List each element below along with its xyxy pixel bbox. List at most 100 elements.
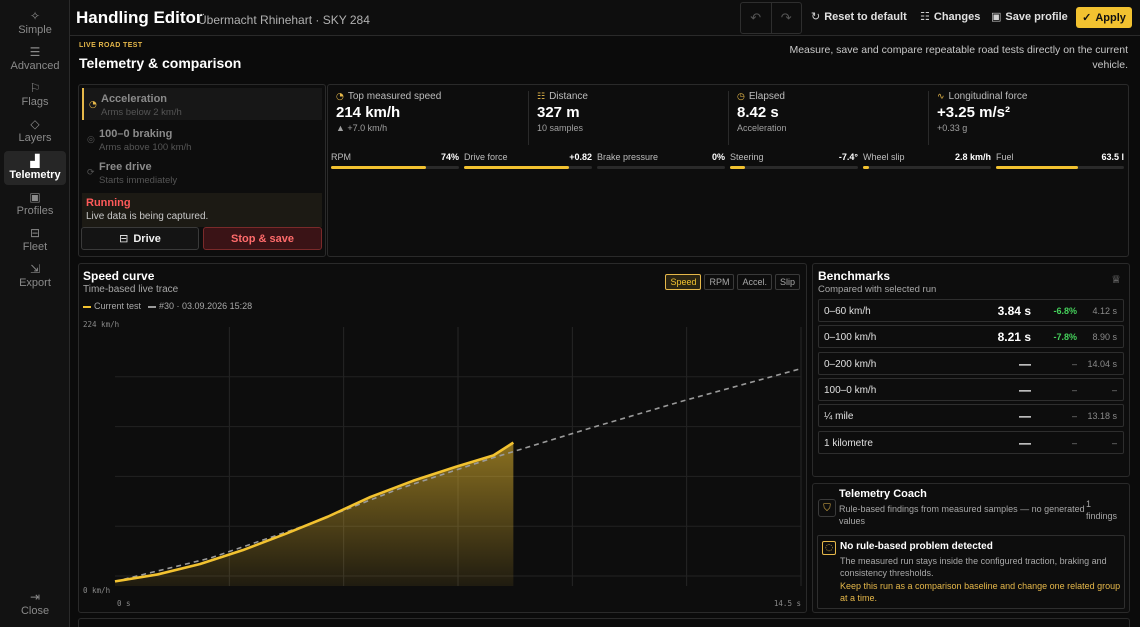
status-box: Running Live data is being captured. — [82, 193, 322, 227]
speed-chart: 224 km/h 0 km/h 0 s 14.5 s — [83, 320, 802, 608]
sidebar-item-export[interactable]: ⇲ Export — [4, 259, 66, 293]
sidebar-item-layers[interactable]: ◇ Layers — [4, 114, 66, 148]
mode-subtitle: Arms below 2 km/h — [101, 107, 182, 118]
changes-button[interactable]: ☷ Changes — [920, 10, 980, 23]
coach-subtitle: Rule-based findings from measured sample… — [839, 504, 1085, 526]
benchmark-name: ¼ mile — [824, 411, 854, 423]
curve-tabs: Speed RPM Accel. Slip — [665, 274, 800, 290]
app-title: Handling Editor — [76, 8, 203, 27]
stop-save-button[interactable]: Stop & save — [203, 227, 322, 250]
metrics-panel: ◔ Top measured speed 214 km/h ▲ +7.0 km/h ☷ D… — [327, 84, 1129, 257]
sidebar-item-simple[interactable]: ✧ Simple — [4, 6, 66, 40]
mode-free-drive[interactable]: ⟳ Free drive Starts immediately — [82, 156, 322, 188]
mode-braking[interactable]: ◎ 100–0 braking Arms above 100 km/h — [82, 123, 322, 155]
benchmark-reference: – — [1111, 384, 1117, 395]
legend-current: Current test — [83, 301, 141, 311]
wave-icon: ∿ — [937, 91, 945, 102]
reset-button[interactable]: ↻ Reset to default — [811, 10, 907, 23]
benchmarks-panel: Benchmarks Compared with selected run ♕ … — [812, 263, 1130, 477]
speedometer-icon: ◔ — [336, 91, 344, 102]
reset-label: Reset to default — [824, 10, 907, 23]
gauge: Wheel slip 2.8 km/h — [863, 152, 991, 172]
redo-button[interactable]: ↷ — [770, 3, 802, 33]
section-description: Measure, save and compare repeatable roa… — [789, 44, 1128, 71]
exit-icon: ⇥ — [29, 590, 41, 604]
gauge-label: RPM — [331, 152, 351, 162]
tab-rpm[interactable]: RPM — [704, 274, 735, 290]
undo-button[interactable]: ↶ — [741, 3, 771, 33]
gauge: Drive force +0.82 — [464, 152, 592, 172]
undo-redo-group: ↶ ↷ — [740, 2, 802, 34]
sidebar-item-profiles[interactable]: ▣ Profiles — [4, 187, 66, 221]
finding-text: The measured run stays inside the config… — [840, 556, 1107, 578]
curve-subtitle: Time-based live trace — [83, 284, 179, 295]
gauge-value: 63.5 l — [1101, 152, 1124, 162]
trophy-icon: ♕ — [1111, 273, 1121, 286]
metric-label: Longitudinal force — [948, 91, 1028, 102]
metric-sub: +0.33 g — [937, 123, 968, 133]
sidebar-item-fleet[interactable]: ⊟ Fleet — [4, 223, 66, 257]
sidebar-item-label: Flags — [21, 96, 49, 108]
sidebar-item-flags[interactable]: ⚐ Flags — [4, 78, 66, 112]
gauge-label: Wheel slip — [863, 152, 905, 162]
metric-sub: 10 samples — [537, 123, 584, 133]
sidebar: ✧ Simple ☰ Advanced ⚐ Flags ◇ Layers ▟ Telemetry ▣… — [0, 0, 70, 627]
speedometer-icon: ◔ — [89, 100, 97, 110]
benchmark-row: 0–100 km/h 8.21 s -7.8% 8.90 s — [818, 325, 1124, 349]
save-icon: ▣ — [29, 190, 41, 204]
telemetry-coach-panel: ⛉ Telemetry Coach Rule-based findings fr… — [812, 483, 1130, 613]
benchmark-delta: -6.8% — [1053, 306, 1077, 316]
sliders-icon: ☰ — [29, 45, 41, 59]
benchmark-delta: – — [1071, 358, 1077, 369]
sidebar-item-telemetry[interactable]: ▟ Telemetry — [4, 151, 66, 185]
benchmark-name: 100–0 km/h — [824, 384, 877, 396]
gauge-track — [331, 166, 459, 169]
benchmark-value: — — [1019, 435, 1031, 450]
metric-sub: Acceleration — [737, 123, 787, 133]
clock-icon: ◷ — [737, 91, 745, 102]
benchmark-reference: 4.12 s — [1092, 306, 1117, 316]
apply-button[interactable]: ✓ Apply — [1076, 7, 1132, 28]
apply-label: Apply — [1095, 11, 1126, 24]
benchmark-row: 100–0 km/h — – – — [818, 377, 1124, 401]
benchmark-delta: -7.8% — [1053, 332, 1077, 343]
gauge-fill — [331, 166, 426, 169]
current-test-area — [115, 442, 514, 586]
gauge-value: -7.4° — [838, 152, 858, 162]
sidebar-item-advanced[interactable]: ☰ Advanced — [4, 42, 66, 76]
save-icon: ▣ — [991, 10, 1002, 23]
loop-icon: ⟳ — [87, 168, 95, 178]
export-icon: ⇲ — [29, 262, 41, 276]
metric-card: ◷ Elapsed 8.42 s Acceleration — [728, 91, 924, 145]
target-icon: ◎ — [87, 135, 95, 145]
test-panel: ◔ Acceleration Arms below 2 km/h ◎ 100–0 bra… — [78, 84, 326, 257]
tab-accel[interactable]: Accel. — [737, 274, 772, 290]
mode-subtitle: Arms above 100 km/h — [99, 142, 192, 153]
bottom-panel-edge — [78, 618, 1130, 627]
sparkle-icon: ✧ — [29, 9, 41, 23]
mode-title: Acceleration — [101, 93, 168, 105]
drive-button[interactable]: ⊟ Drive — [81, 227, 199, 250]
coach-icon: ⛉ — [818, 499, 836, 517]
save-profile-button[interactable]: ▣ Save profile — [991, 10, 1068, 23]
sidebar-item-label: Advanced — [10, 60, 60, 72]
gauge-track — [730, 166, 858, 169]
finding-card: ◌ No rule-based problem detected The mea… — [817, 535, 1125, 609]
close-button[interactable]: ⇥ Close — [4, 587, 66, 621]
section-kicker: LIVE ROAD TEST — [79, 42, 143, 49]
benchmarks-subtitle: Compared with selected run — [818, 284, 937, 295]
benchmark-reference: 8.90 s — [1092, 332, 1117, 343]
metric-sub: ▲ +7.0 km/h — [336, 123, 388, 133]
benchmark-delta: – — [1071, 411, 1077, 422]
benchmark-name: 1 kilometre — [824, 437, 873, 449]
gauge-value: 74% — [440, 152, 459, 162]
tab-speed[interactable]: Speed — [665, 274, 702, 290]
mode-subtitle: Starts immediately — [99, 175, 178, 186]
tab-slip[interactable]: Slip — [774, 274, 800, 290]
mode-acceleration[interactable]: ◔ Acceleration Arms below 2 km/h — [82, 88, 322, 120]
car-icon: ⊟ — [119, 232, 129, 245]
list-icon: ☷ — [920, 10, 930, 23]
x-axis-max-label: 14.5 s — [774, 599, 801, 608]
chart-legend: Current test #30 · 03.09.2026 15:28 — [83, 301, 252, 311]
benchmark-row: 1 kilometre — – – — [818, 430, 1124, 454]
